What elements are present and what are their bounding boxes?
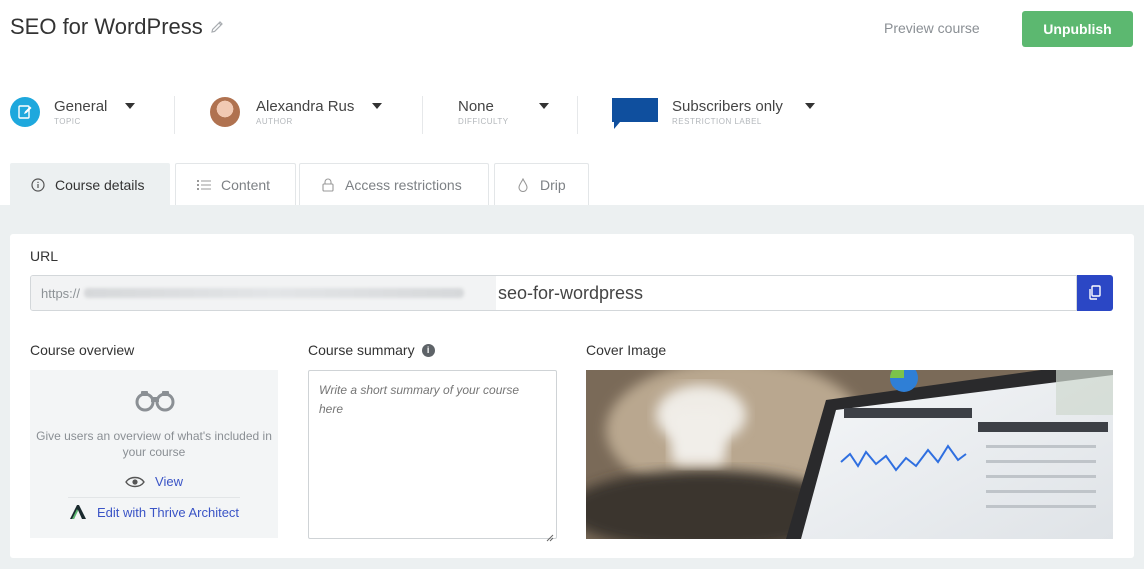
course-editor-page: SEO for WordPress Preview course Unpubli…: [0, 0, 1144, 569]
difficulty-selector[interactable]: None DIFFICULTY: [444, 90, 549, 134]
tab-label: Course details: [55, 176, 145, 193]
avatar: [210, 97, 240, 127]
thrive-architect-logo-icon: [69, 504, 87, 520]
course-overview-label: Course overview: [30, 342, 135, 358]
preview-course-link[interactable]: Preview course: [884, 20, 980, 36]
copy-url-button[interactable]: [1077, 275, 1113, 311]
chevron-down-icon: [538, 103, 549, 109]
view-overview-link[interactable]: View: [30, 474, 278, 489]
cover-photo-illustration: [586, 370, 1113, 539]
topic-selector[interactable]: General TOPIC: [10, 90, 136, 134]
course-summary-input[interactable]: [308, 370, 557, 539]
tab-label: Access restrictions: [345, 176, 462, 193]
author-selector[interactable]: Alexandra Rus AUTHOR: [210, 90, 383, 134]
url-field[interactable]: https:// seo-for-wordpress: [30, 275, 1077, 311]
edit-label: Edit with Thrive Architect: [96, 504, 240, 520]
divider: [174, 96, 175, 134]
course-meta-row: General TOPIC Alexandra Rus AUTHOR None …: [0, 90, 1144, 134]
resize-handle-icon[interactable]: [546, 529, 554, 542]
unpublish-button[interactable]: Unpublish: [1022, 11, 1133, 47]
edit-with-thrive-architect-link[interactable]: Edit with Thrive Architect: [30, 504, 278, 520]
cover-image[interactable]: [586, 370, 1113, 539]
difficulty-label: DIFFICULTY: [458, 117, 509, 126]
eye-icon: [125, 476, 145, 488]
tab-course-details[interactable]: Course details: [10, 163, 170, 205]
course-overview-panel: Give users an overview of what's include…: [30, 370, 278, 538]
binoculars-icon: [134, 388, 176, 417]
tab-access-restrictions[interactable]: Access restrictions: [299, 163, 489, 205]
copy-icon: [1089, 285, 1101, 300]
difficulty-value: None: [458, 98, 494, 115]
url-slug[interactable]: seo-for-wordpress: [498, 283, 643, 304]
lock-icon: [321, 178, 335, 192]
chevron-down-icon: [372, 103, 383, 109]
divider: [577, 96, 578, 134]
info-icon[interactable]: i: [421, 343, 435, 357]
restriction-flag-icon: [612, 96, 658, 129]
restriction-label: RESTRICTION LABEL: [672, 117, 762, 126]
list-icon: [197, 178, 211, 192]
info-icon: [31, 177, 45, 192]
author-value: Alexandra Rus: [256, 98, 355, 115]
topic-label: TOPIC: [54, 117, 81, 126]
topic-icon: [10, 97, 40, 127]
url-prefix: https://: [31, 276, 496, 310]
chevron-down-icon: [125, 103, 136, 109]
author-label: AUTHOR: [256, 117, 293, 126]
topic-value: General: [54, 98, 108, 115]
page-title: SEO for WordPress: [10, 14, 203, 39]
pencil-icon[interactable]: [209, 19, 225, 35]
course-summary-label-text: Course summary: [308, 342, 415, 358]
view-label: View: [155, 474, 183, 489]
restriction-label-selector[interactable]: Subscribers only RESTRICTION LABEL: [612, 90, 815, 134]
cover-image-label: Cover Image: [586, 342, 667, 358]
url-label: URL: [30, 248, 59, 264]
chevron-down-icon: [804, 103, 815, 109]
divider: [422, 96, 423, 134]
url-prefix-text: https://: [41, 285, 81, 301]
url-blurred-domain: [84, 288, 465, 298]
restriction-value: Subscribers only: [672, 98, 783, 115]
drop-icon: [516, 177, 530, 192]
tab-content[interactable]: Content: [175, 163, 296, 205]
tab-label: Drip: [540, 176, 566, 193]
course-summary-label: Course summary i: [308, 342, 435, 358]
overview-description: Give users an overview of what's include…: [36, 429, 272, 459]
tab-drip[interactable]: Drip: [494, 163, 589, 205]
tab-label: Content: [221, 176, 271, 193]
title-row: SEO for WordPress: [10, 14, 225, 40]
course-details-card: URL https:// seo-for-wordpress Course ov…: [10, 234, 1134, 558]
divider: [68, 497, 240, 498]
